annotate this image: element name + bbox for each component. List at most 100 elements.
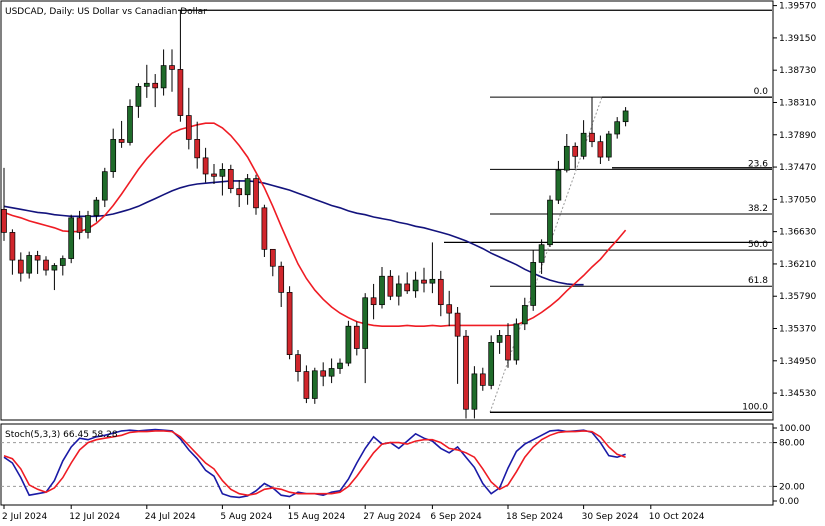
stoch-tick-label: 80.00 xyxy=(779,439,805,449)
candle-bear xyxy=(17,259,24,274)
candle-bull xyxy=(471,373,478,410)
candle-bull xyxy=(59,258,66,266)
candle-bull xyxy=(563,145,570,171)
candle-bear xyxy=(43,259,49,271)
stoch-tick-label: 20.00 xyxy=(779,482,805,492)
candle-bear xyxy=(286,292,293,356)
candle-bear xyxy=(597,141,604,158)
candle-bull xyxy=(555,169,562,201)
price-tick-label: 1.38730 xyxy=(779,66,816,76)
chart-window: 0.0 23.6 38.2 50.0 61.8 100.0 1.39570 1.39150 1… xyxy=(0,0,825,526)
candle-bull xyxy=(521,305,528,325)
candle-bear xyxy=(76,217,83,233)
candle-bear xyxy=(320,370,327,377)
candle-bear xyxy=(505,335,511,361)
candle-bear xyxy=(446,304,453,314)
fib-level-label: 100.0 xyxy=(742,402,768,412)
stoch-tick-label: 0.00 xyxy=(779,497,799,507)
candle-bull xyxy=(412,279,419,292)
candle-bull xyxy=(605,133,612,158)
price-tick-label: 1.36210 xyxy=(779,260,816,270)
candle-bull xyxy=(244,178,251,196)
candle-bear xyxy=(572,145,579,157)
candle-bull xyxy=(362,297,369,349)
time-tick-label: 10 Oct 2024 xyxy=(649,512,705,522)
candle-bull xyxy=(395,283,402,297)
candle-bull xyxy=(311,370,318,399)
candle-bear xyxy=(387,275,394,297)
candle-bull xyxy=(513,323,520,361)
candle-bull xyxy=(614,121,621,135)
candle-bear xyxy=(1,208,7,233)
candle-bull xyxy=(51,265,58,271)
candle-bull xyxy=(496,335,503,343)
time-tick-label: 18 Sep 2024 xyxy=(506,512,563,522)
candle-bear xyxy=(227,169,234,189)
candle-bull xyxy=(101,171,108,201)
candle-bear xyxy=(236,188,243,196)
price-tick-label: 1.38310 xyxy=(779,98,816,108)
price-tick-label: 1.39570 xyxy=(779,2,816,12)
time-tick-label: 12 Jul 2024 xyxy=(69,512,120,522)
stoch-tick-label: 100.00 xyxy=(779,424,811,434)
price-tick-label: 1.35790 xyxy=(779,292,816,302)
candle-bear xyxy=(454,312,461,337)
candle-bull xyxy=(429,278,436,284)
candle-bear xyxy=(479,373,486,386)
candle-bear xyxy=(404,283,411,292)
candle-bull xyxy=(85,215,91,233)
candle-bull xyxy=(622,110,629,123)
candle-bull xyxy=(26,255,33,274)
price-tick-label: 1.34530 xyxy=(779,389,816,399)
candle-bull xyxy=(337,362,343,369)
fib-level-label: 50.0 xyxy=(748,240,768,250)
candle-bear xyxy=(118,139,125,143)
candle-bull xyxy=(379,275,385,306)
candle-bear xyxy=(278,265,285,293)
time-tick-label: 15 Aug 2024 xyxy=(288,512,346,522)
time-tick-label: 5 Aug 2024 xyxy=(220,512,272,522)
candle-bull xyxy=(93,199,100,216)
fib-level-label: 61.8 xyxy=(748,276,768,286)
candle-bull xyxy=(580,132,587,157)
price-tick-label: 1.36630 xyxy=(779,228,816,238)
candle-bull xyxy=(68,217,75,259)
candle-bull xyxy=(135,85,142,107)
candle-bull xyxy=(345,325,352,364)
candle-bull xyxy=(538,244,545,263)
chart-canvas: 0.023.638.250.061.8100.0 1.395701.391501… xyxy=(0,0,825,526)
time-tick-label: 30 Sep 2024 xyxy=(582,512,639,522)
candle-bear xyxy=(295,354,301,372)
candle-bear xyxy=(261,207,268,250)
candle-bear xyxy=(202,157,209,175)
candle-bull xyxy=(219,169,226,177)
candle-bull xyxy=(160,65,167,89)
candle-bear xyxy=(211,173,217,177)
time-tick-label: 24 Jul 2024 xyxy=(145,512,196,522)
candle-bear xyxy=(253,178,259,209)
candle-bull xyxy=(110,139,117,173)
price-tick-label: 1.37470 xyxy=(779,163,816,173)
price-tick-label: 1.37890 xyxy=(779,131,816,141)
candle-bear xyxy=(370,297,377,306)
chart-title: USDCAD, Daily: US Dollar vs Canadian Dol… xyxy=(5,7,207,17)
candle-bull xyxy=(328,368,335,377)
indicator-title: Stoch(5,3,3) 66.45 58.28 xyxy=(5,430,118,440)
fib-level-label: 0.0 xyxy=(754,87,769,97)
candle-bear xyxy=(269,248,276,267)
candle-bear xyxy=(353,325,360,349)
candle-bear xyxy=(152,82,159,89)
candle-bear xyxy=(169,65,175,70)
candle-bear xyxy=(589,132,595,143)
candle-bear xyxy=(185,115,192,140)
candle-bear xyxy=(437,278,444,306)
candle-bull xyxy=(488,342,495,386)
candle-bear xyxy=(463,335,469,410)
candle-bear xyxy=(421,279,427,284)
time-tick-label: 27 Aug 2024 xyxy=(363,512,421,522)
candle-bull xyxy=(143,82,150,87)
candle-bear xyxy=(177,69,184,116)
price-tick-label: 1.34950 xyxy=(779,357,816,367)
candle-bear xyxy=(34,255,41,261)
candle-bear xyxy=(194,139,201,159)
